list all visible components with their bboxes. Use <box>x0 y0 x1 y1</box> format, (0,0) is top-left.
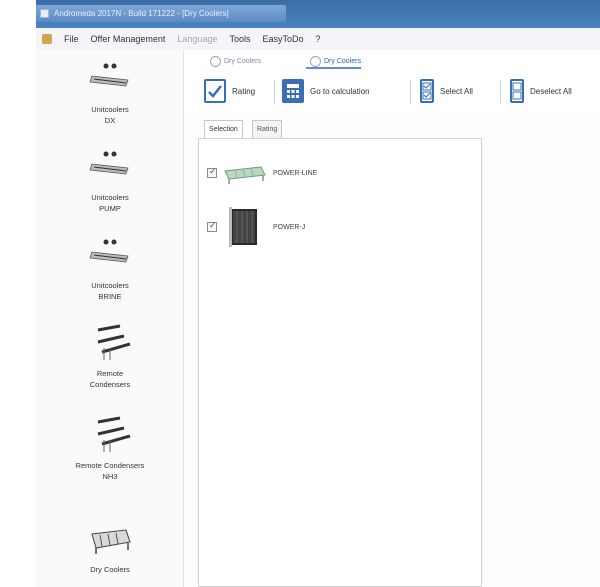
select-all-button[interactable]: Select All <box>420 78 473 104</box>
tab-dry-coolers-1[interactable]: Dry Coolers <box>206 54 261 69</box>
document-tab-strip: Dry Coolers Dry Coolers <box>190 52 600 70</box>
toolbar-separator <box>500 80 501 104</box>
condenser-icon <box>80 414 140 454</box>
menu-help[interactable]: ? <box>315 34 320 44</box>
dry-cooler-icon <box>80 518 140 558</box>
unitcooler-icon <box>80 234 140 274</box>
rating-button[interactable]: Rating <box>204 78 255 104</box>
tab-icon <box>310 56 321 67</box>
condenser-icon <box>80 322 140 362</box>
toolbar: Rating Go to calculation Select All Dese… <box>196 72 600 112</box>
product-label: POWER-J <box>273 223 306 231</box>
menu-file[interactable]: File <box>64 34 79 44</box>
deselect-all-icon <box>510 79 524 103</box>
checkmark-icon <box>204 79 226 103</box>
toolbar-separator <box>410 80 411 104</box>
sidebar-item-label: Unitcoolers DX <box>91 105 129 125</box>
tab-dry-coolers-2[interactable]: Dry Coolers <box>306 54 361 69</box>
sidebar-item-dry-coolers[interactable]: Dry Coolers <box>36 518 184 575</box>
window-title-area: Andromeda 2017N - Build 171222 - [Dry Co… <box>36 5 286 22</box>
calculator-icon <box>282 79 304 103</box>
product-family-sidebar: Unitcoolers DX Unitcoolers PUMP Unitcool… <box>36 50 184 587</box>
menu-easytodo[interactable]: EasyToDo <box>262 34 303 44</box>
sidebar-item-remote-condensers-nh3[interactable]: Remote Condensers NH3 <box>36 414 184 482</box>
list-item[interactable]: POWER-J <box>207 205 305 249</box>
window-title: Andromeda 2017N - Build 171222 - [Dry Co… <box>54 9 229 18</box>
tab-selection[interactable]: Selection <box>204 120 243 138</box>
sidebar-item-unitcoolers-pump[interactable]: Unitcoolers PUMP <box>36 146 184 214</box>
unitcooler-icon <box>80 146 140 186</box>
unitcooler-icon <box>80 58 140 98</box>
sidebar-item-label: Remote Condensers NH3 <box>75 461 145 481</box>
sidebar-item-label: Dry Coolers <box>90 565 130 574</box>
title-bar: Andromeda 2017N - Build 171222 - [Dry Co… <box>36 0 600 28</box>
app-menu-icon[interactable] <box>42 34 52 44</box>
power-j-image <box>229 207 257 247</box>
menu-offer-management[interactable]: Offer Management <box>91 34 166 44</box>
rating-button-label: Rating <box>232 86 256 96</box>
power-line-image <box>224 166 266 184</box>
tab-label: Dry Coolers <box>324 58 361 65</box>
product-selection-panel: POWER-LINE POWER-J <box>198 138 482 587</box>
app-icon <box>40 9 49 18</box>
menu-bar: File Offer Management Language Tools Eas… <box>36 28 600 50</box>
sidebar-item-unitcoolers-dx[interactable]: Unitcoolers DX <box>36 58 184 126</box>
deselect-all-button[interactable]: Deselect All <box>510 78 572 104</box>
menu-tools[interactable]: Tools <box>229 34 250 44</box>
product-checkbox[interactable] <box>207 166 217 178</box>
tab-icon <box>210 56 221 67</box>
tab-label: Dry Coolers <box>224 58 261 65</box>
sidebar-item-label: Unitcoolers BRINE <box>91 281 129 301</box>
list-item[interactable]: POWER-LINE <box>207 161 317 185</box>
product-checkbox[interactable] <box>207 220 217 232</box>
deselect-all-label: Deselect All <box>530 86 572 96</box>
sidebar-item-label: Unitcoolers PUMP <box>91 193 129 213</box>
select-all-label: Select All <box>440 86 473 96</box>
go-to-calculation-label: Go to calculation <box>310 86 370 96</box>
go-to-calculation-button[interactable]: Go to calculation <box>282 78 370 104</box>
sidebar-item-label: Remote Condensers <box>89 369 131 389</box>
menu-language: Language <box>177 34 218 44</box>
product-label: POWER-LINE <box>273 169 318 177</box>
toolbar-separator <box>274 80 275 104</box>
sidebar-item-remote-condensers[interactable]: Remote Condensers <box>36 322 184 390</box>
tab-rating[interactable]: Rating <box>252 120 283 138</box>
sidebar-item-unitcoolers-brine[interactable]: Unitcoolers BRINE <box>36 234 184 302</box>
select-all-icon <box>420 79 434 103</box>
